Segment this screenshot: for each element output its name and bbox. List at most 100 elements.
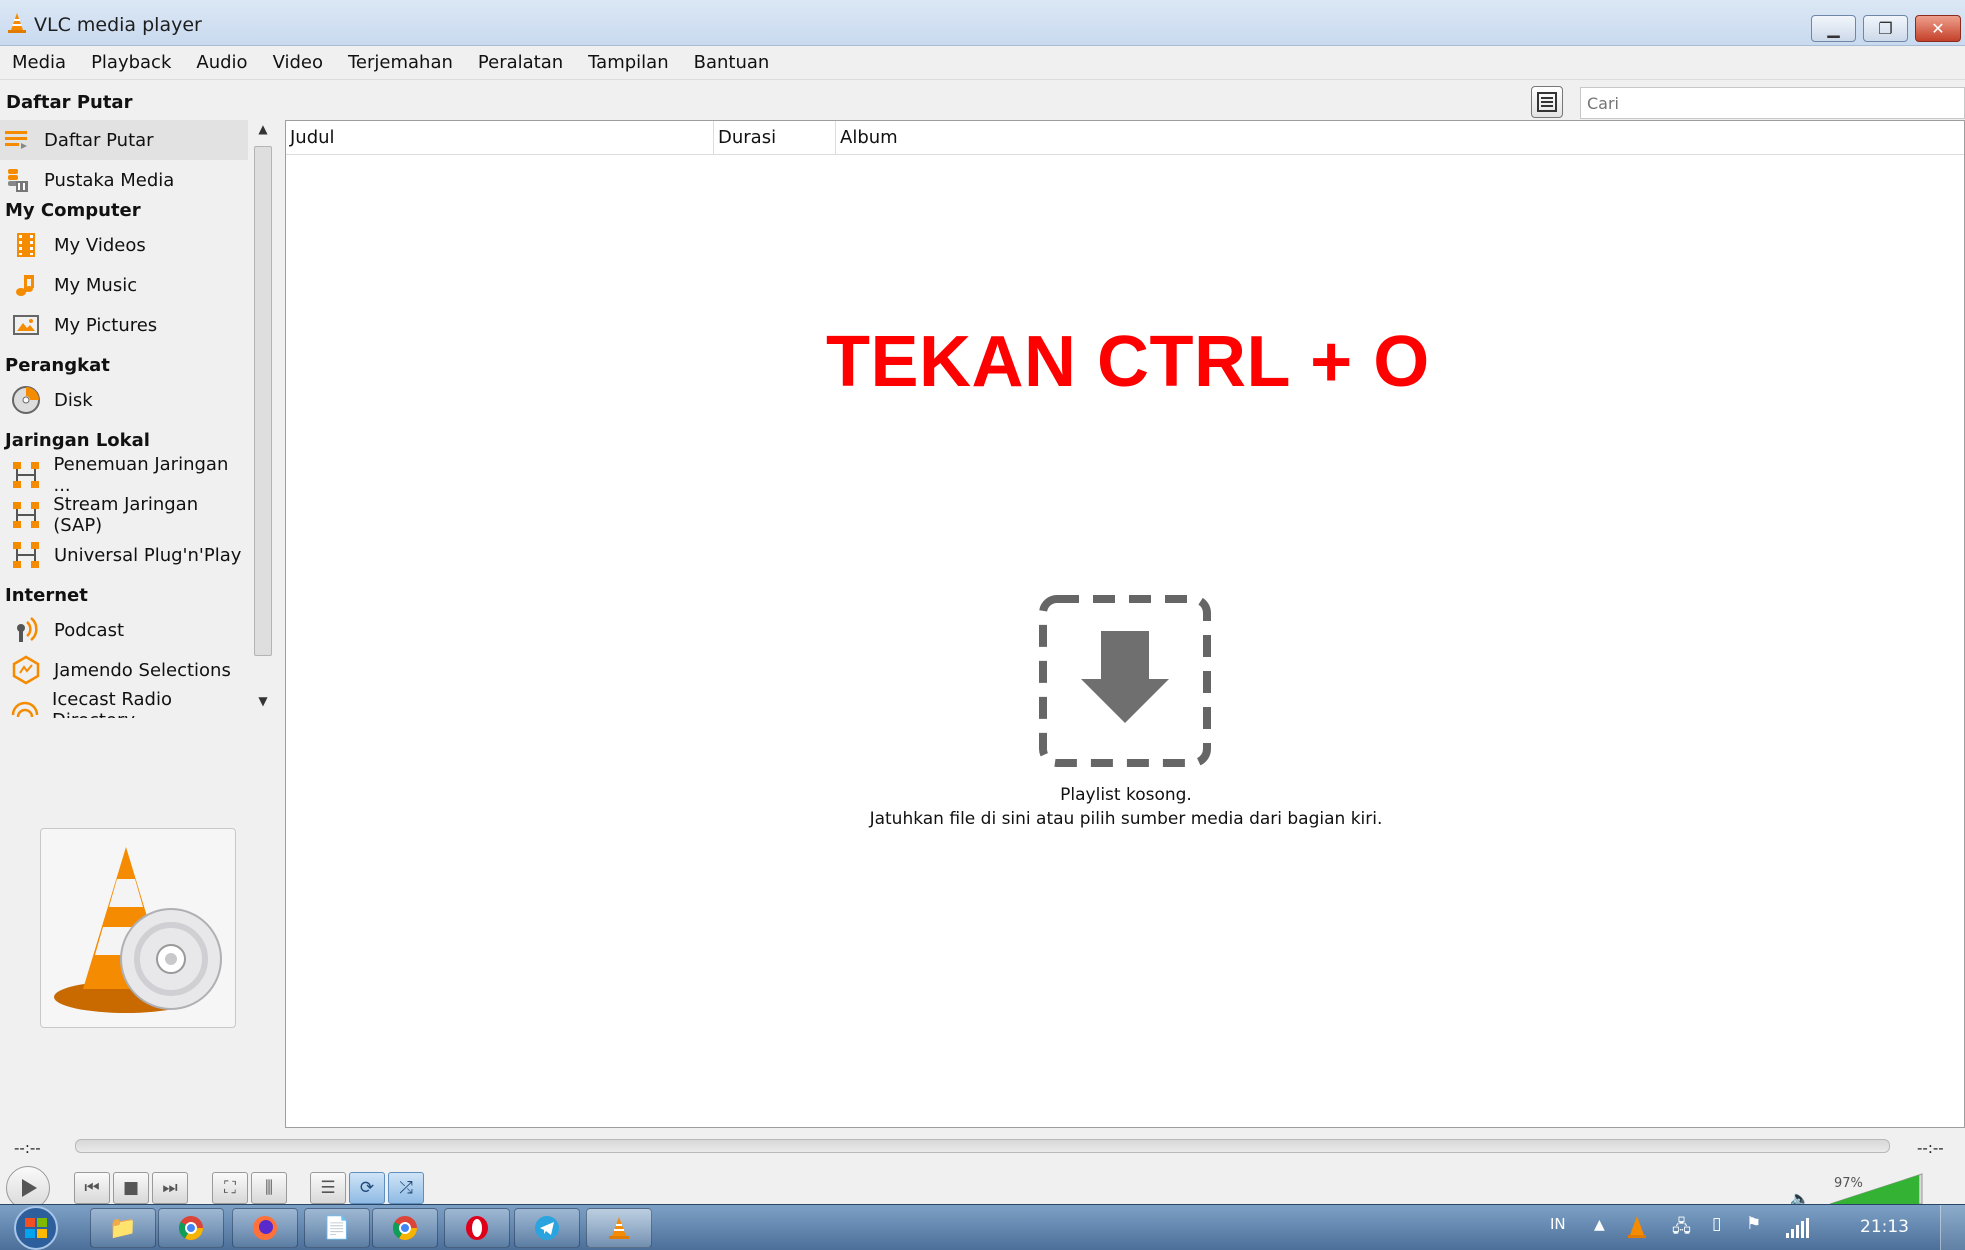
toggle-playlist-button[interactable]: ☰: [310, 1172, 346, 1204]
sidebar-item-network-discovery[interactable]: Penemuan Jaringan ...: [0, 454, 248, 496]
show-desktop-button[interactable]: [1940, 1205, 1965, 1250]
play-icon: [22, 1179, 37, 1197]
vlc-icon: [609, 1217, 629, 1239]
scroll-down-icon[interactable]: ▼: [256, 694, 270, 708]
next-button[interactable]: ⏭: [152, 1172, 188, 1204]
shuffle-button[interactable]: ⤮: [388, 1172, 424, 1204]
taskbar-chrome[interactable]: [158, 1208, 224, 1248]
window-title: VLC media player: [34, 14, 202, 36]
sidebar-item-label: Podcast: [54, 619, 125, 641]
menu-video[interactable]: Video: [273, 52, 323, 73]
sidebar-item-label: Disk: [54, 389, 93, 411]
chrome-icon: [393, 1216, 417, 1241]
menu-playback[interactable]: Playback: [91, 52, 171, 73]
sidebar-item-my-pictures[interactable]: My Pictures: [0, 305, 248, 345]
sidebar-item-label: Penemuan Jaringan ...: [53, 454, 229, 496]
sidebar-item-label: Pustaka Media: [44, 169, 175, 191]
search-input[interactable]: [1580, 87, 1965, 119]
previous-icon: ⏮: [84, 1178, 100, 1198]
fullscreen-button[interactable]: ⛶: [212, 1172, 248, 1204]
restore-icon: ❐: [1878, 19, 1893, 38]
list-view-icon: [1537, 92, 1557, 112]
shuffle-icon: ⤮: [399, 1178, 413, 1198]
close-button[interactable]: ✕: [1915, 15, 1961, 42]
column-header-duration[interactable]: Durasi: [714, 121, 836, 155]
loop-icon: ⟳: [359, 1178, 375, 1198]
opera-icon: [466, 1216, 488, 1240]
sidebar-item-upnp[interactable]: Universal Plug'n'Play: [0, 535, 248, 575]
taskbar-explorer[interactable]: 📁: [90, 1208, 156, 1248]
category-jaringan-lokal: Jaringan Lokal: [5, 430, 150, 451]
signal-icon[interactable]: [1784, 1217, 1810, 1239]
sidebar-header: Daftar Putar: [6, 92, 133, 113]
firefox-icon: [253, 1216, 277, 1240]
next-icon: ⏭: [162, 1178, 178, 1198]
sidebar-item-disk[interactable]: Disk: [0, 380, 248, 420]
drop-zone-icon: [1039, 595, 1211, 767]
jamendo-icon: [10, 654, 42, 686]
playlist-view-button[interactable]: [1531, 86, 1563, 118]
menu-audio[interactable]: Audio: [196, 52, 247, 73]
previous-button[interactable]: ⏮: [74, 1172, 110, 1204]
scrollbar-thumb[interactable]: [254, 146, 272, 656]
battery-icon[interactable]: ▯: [1712, 1214, 1721, 1234]
sidebar-item-jamendo[interactable]: Jamendo Selections: [0, 650, 248, 690]
sidebar-item-label: Jamendo Selections: [54, 659, 231, 681]
sidebar-scrollbar[interactable]: ▲ ▼: [252, 118, 274, 718]
volume-slider[interactable]: 🔈: [1790, 1172, 1930, 1206]
category-perangkat: Perangkat: [5, 355, 110, 376]
start-button[interactable]: [4, 1206, 68, 1250]
taskbar-firefox[interactable]: [232, 1208, 298, 1248]
menu-terjemahan[interactable]: Terjemahan: [348, 52, 453, 73]
sidebar-item-icecast[interactable]: Icecast Radio Directory: [0, 689, 248, 718]
empty-playlist-message: Playlist kosong. Jatuhkan file di sini a…: [626, 783, 1626, 831]
category-my-computer: My Computer: [5, 200, 141, 221]
playlist-panel[interactable]: Judul Durasi Album TEKAN CTRL + O Playli…: [285, 120, 1965, 1128]
sidebar-item-sap-stream[interactable]: Stream Jaringan (SAP): [0, 494, 248, 536]
taskbar-telegram[interactable]: [514, 1208, 580, 1248]
taskbar-opera[interactable]: [444, 1208, 510, 1248]
sidebar-item-my-music[interactable]: My Music: [0, 265, 248, 305]
minimize-button[interactable]: ▁: [1811, 15, 1856, 42]
action-center-flag-icon[interactable]: ⚑: [1746, 1214, 1761, 1234]
playback-controls: ⏮ ■ ⏭ ⛶ ⫼ ☰ ⟳ ⤮: [0, 1160, 1965, 1210]
sidebar-item-my-videos[interactable]: My Videos: [0, 225, 248, 265]
network-tray-icon[interactable]: 🖧: [1672, 1214, 1691, 1243]
menu-bantuan[interactable]: Bantuan: [694, 52, 770, 73]
stop-icon: ■: [122, 1178, 140, 1198]
sidebar-item-podcast[interactable]: Podcast: [0, 610, 248, 650]
sidebar-item-media-library[interactable]: Pustaka Media: [0, 160, 248, 200]
vlc-icon: [8, 13, 26, 33]
language-indicator[interactable]: IN: [1550, 1215, 1566, 1233]
clock[interactable]: 21:13: [1860, 1217, 1909, 1237]
taskbar-notes[interactable]: 📄: [304, 1208, 370, 1248]
title-bar: VLC media player ▁ ❐ ✕: [0, 0, 1965, 46]
taskbar: 📁 📄 IN ▲ 🖧 ▯ ⚑ 21:13: [0, 1204, 1965, 1250]
category-internet: Internet: [5, 585, 88, 606]
close-icon: ✕: [1931, 19, 1945, 38]
elapsed-time: --:--: [14, 1139, 41, 1157]
network-icon: [10, 499, 41, 531]
show-hidden-icons-icon[interactable]: ▲: [1594, 1217, 1605, 1233]
seek-slider[interactable]: [75, 1139, 1890, 1153]
column-header-title[interactable]: Judul: [286, 121, 714, 155]
extended-settings-button[interactable]: ⫼: [251, 1172, 287, 1204]
menu-tampilan[interactable]: Tampilan: [588, 52, 668, 73]
sidebar-item-playlist[interactable]: Daftar Putar: [0, 120, 248, 160]
menu-peralatan[interactable]: Peralatan: [478, 52, 563, 73]
taskbar-vlc[interactable]: [586, 1208, 652, 1248]
chrome-icon: [179, 1216, 203, 1241]
music-note-icon: [10, 269, 42, 301]
scroll-up-icon[interactable]: ▲: [256, 122, 270, 136]
vlc-tray-icon[interactable]: [1626, 1215, 1648, 1239]
overlay-instruction: TEKAN CTRL + O: [826, 322, 1430, 402]
loop-button[interactable]: ⟳: [349, 1172, 385, 1204]
fullscreen-icon: ⛶: [224, 1178, 236, 1198]
menu-media[interactable]: Media: [12, 52, 66, 73]
stop-button[interactable]: ■: [113, 1172, 149, 1204]
telegram-icon: [535, 1216, 559, 1240]
column-header-album[interactable]: Album: [836, 121, 1964, 155]
restore-button[interactable]: ❐: [1863, 15, 1908, 42]
taskbar-chrome-2[interactable]: [372, 1208, 438, 1248]
playlist-icon: [0, 124, 32, 156]
